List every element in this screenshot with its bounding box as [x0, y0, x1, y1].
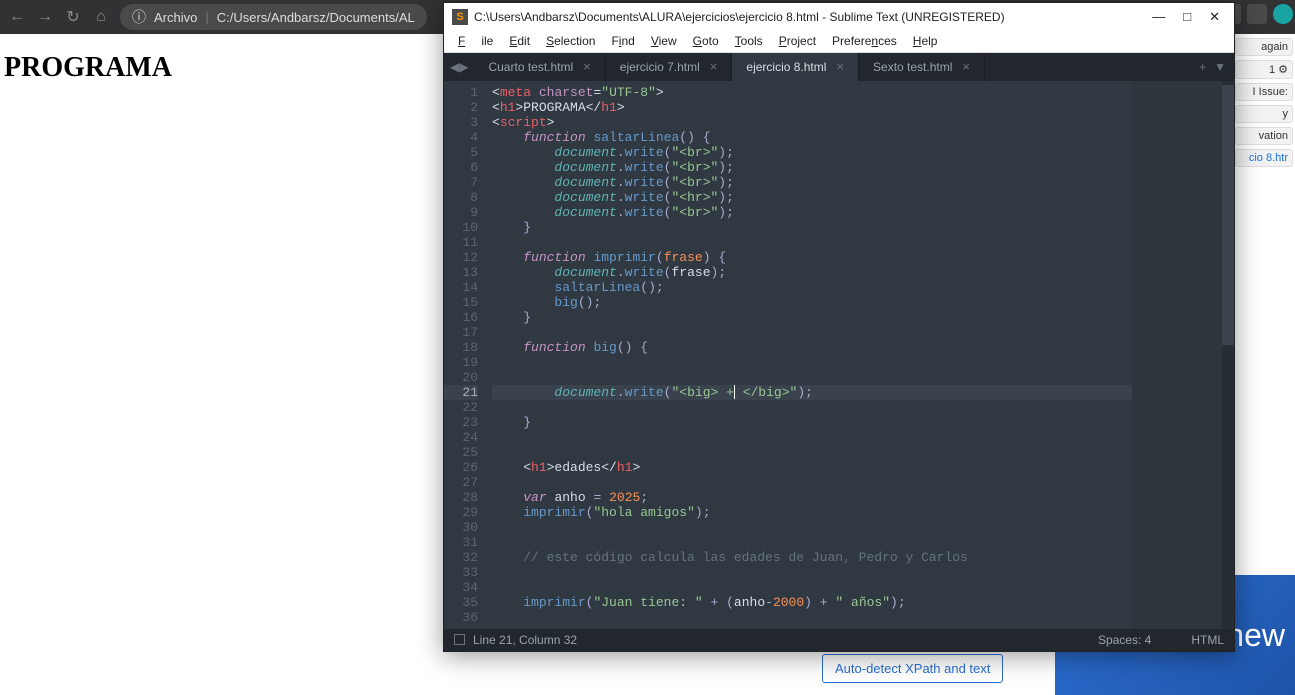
menu-selection[interactable]: Selection	[538, 34, 603, 48]
close-icon[interactable]: ×	[962, 59, 970, 74]
addr-separator: |	[205, 10, 208, 25]
back-icon[interactable]: ←	[8, 8, 26, 26]
chip: 1 ⚙	[1235, 60, 1293, 79]
status-position: Line 21, Column 32	[473, 633, 577, 647]
tab-nav-arrows[interactable]: ◀▶	[444, 53, 474, 81]
menu-project[interactable]: Project	[771, 34, 824, 48]
autodetect-button[interactable]: Auto-detect XPath and text	[822, 654, 1003, 683]
browser-ext-icon[interactable]	[1247, 4, 1267, 24]
scrollbar-thumb[interactable]	[1222, 85, 1234, 345]
menu-goto[interactable]: Goto	[685, 34, 727, 48]
minimize-icon[interactable]: —	[1152, 9, 1165, 25]
status-lang[interactable]: HTML	[1191, 633, 1224, 647]
menu-tools[interactable]: Tools	[727, 34, 771, 48]
new-tab-icon[interactable]: +	[1199, 60, 1206, 74]
code-area[interactable]: <meta charset="UTF-8"><h1>PROGRAMA</h1><…	[488, 81, 1132, 629]
maximize-icon[interactable]: □	[1183, 9, 1191, 25]
chip: vation	[1235, 127, 1293, 145]
sublime-window: S C:\Users\Andbarsz\Documents\ALURA\ejer…	[443, 2, 1235, 652]
menu-edit[interactable]: Edit	[501, 34, 538, 48]
file-link[interactable]: cio 8.htr	[1235, 149, 1293, 167]
window-titlebar[interactable]: S C:\Users\Andbarsz\Documents\ALURA\ejer…	[444, 3, 1234, 31]
sublime-app-icon: S	[452, 9, 468, 25]
right-panel-fragment: again 1 ⚙ I Issue: y vation cio 8.htr	[1233, 34, 1295, 634]
addr-url: C:/Users/Andbarsz/Documents/AL	[217, 10, 415, 25]
tab-menu-icon[interactable]: ▼	[1214, 60, 1226, 74]
status-panel-icon[interactable]	[454, 634, 465, 645]
reload-icon[interactable]: ↻	[64, 8, 82, 26]
line-gutter: 1234567891011121314151617181920212223242…	[444, 81, 488, 629]
tab-sexto[interactable]: Sexto test.html ×	[859, 53, 985, 81]
window-title: C:\Users\Andbarsz\Documents\ALURA\ejerci…	[474, 10, 1005, 24]
tab-cuarto[interactable]: Cuarto test.html ×	[474, 53, 605, 81]
close-icon[interactable]: ✕	[1209, 9, 1220, 25]
close-icon[interactable]: ×	[583, 59, 591, 74]
home-icon[interactable]: ⌂	[92, 8, 110, 26]
close-icon[interactable]: ×	[710, 59, 718, 74]
tab-ejercicio8[interactable]: ejercicio 8.html ×	[732, 53, 859, 81]
tab-ejercicio7[interactable]: ejercicio 7.html ×	[606, 53, 733, 81]
tab-label: ejercicio 8.html	[746, 60, 826, 74]
menu-bar: File Edit Selection Find View Goto Tools…	[444, 31, 1234, 53]
status-spaces[interactable]: Spaces: 4	[1098, 633, 1151, 647]
tab-label: Cuarto test.html	[488, 60, 573, 74]
minimap[interactable]	[1132, 81, 1222, 629]
menu-find[interactable]: Find	[603, 34, 642, 48]
tab-bar: ◀▶ Cuarto test.html × ejercicio 7.html ×…	[444, 53, 1234, 81]
menu-file[interactable]: File	[450, 34, 501, 48]
close-icon[interactable]: ×	[836, 59, 844, 74]
tab-label: Sexto test.html	[873, 60, 952, 74]
status-bar: Line 21, Column 32 Spaces: 4 HTML	[444, 629, 1234, 651]
address-bar[interactable]: ⓘ Archivo | C:/Users/Andbarsz/Documents/…	[120, 4, 427, 30]
addr-label: Archivo	[154, 10, 197, 25]
banner-text: new	[1226, 617, 1285, 654]
tab-label: ejercicio 7.html	[620, 60, 700, 74]
browser-profile-icon[interactable]	[1273, 4, 1293, 24]
chip: I Issue:	[1235, 83, 1293, 101]
info-icon: ⓘ	[132, 7, 146, 27]
menu-preferences[interactable]: Preferences	[824, 34, 905, 48]
chip: y	[1235, 105, 1293, 123]
editor-area[interactable]: 1234567891011121314151617181920212223242…	[444, 81, 1234, 629]
chip: again	[1235, 38, 1293, 56]
menu-help[interactable]: Help	[905, 34, 946, 48]
forward-icon[interactable]: →	[36, 8, 54, 26]
scrollbar[interactable]	[1222, 81, 1234, 629]
menu-view[interactable]: View	[643, 34, 685, 48]
